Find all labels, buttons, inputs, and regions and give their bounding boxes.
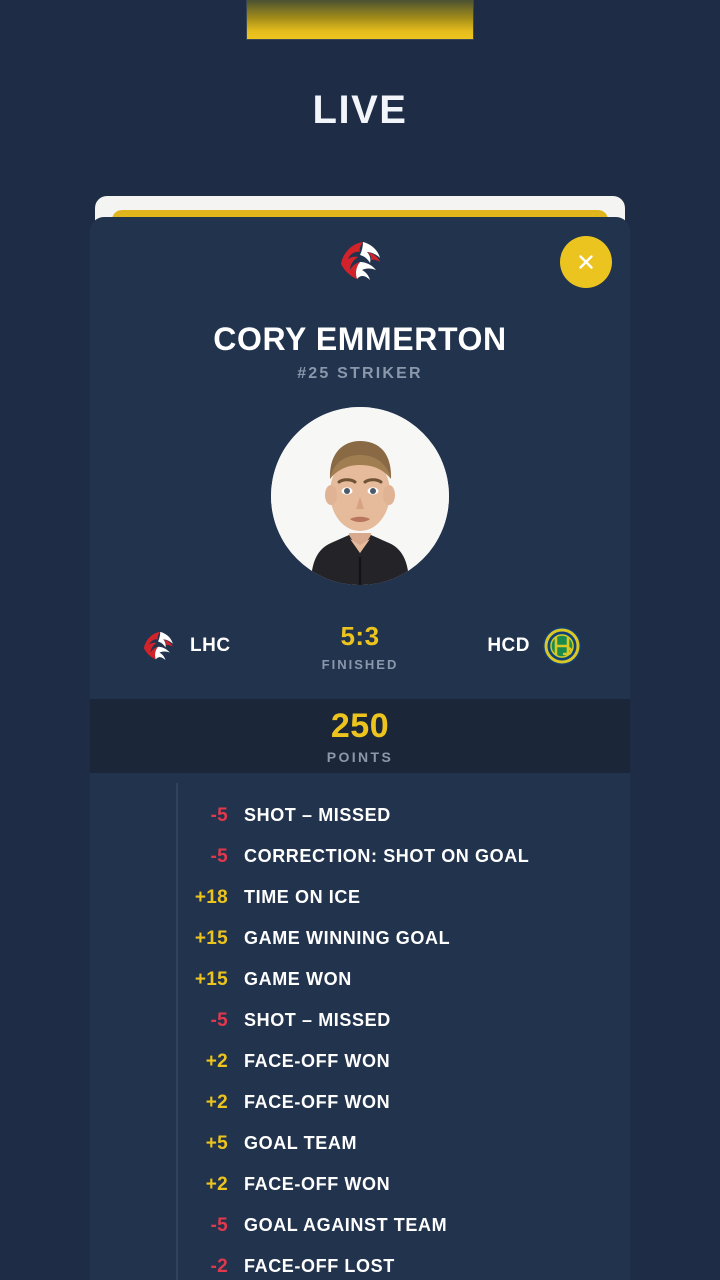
event-row: +2 FACE-OFF WON <box>90 1041 630 1082</box>
event-delta: -2 <box>210 1255 228 1277</box>
away-team: HCD <box>443 626 582 666</box>
match-score-row: LHC 5:3 FINISHED HCD <box>90 617 630 675</box>
event-label: TIME ON ICE <box>244 887 361 907</box>
event-row: +18 TIME ON ICE <box>90 877 630 918</box>
event-delta: +2 <box>205 1050 228 1072</box>
event-row: +5 GOAL TEAM <box>90 1123 630 1164</box>
player-name: CORY EMMERTON <box>213 321 507 357</box>
home-team: LHC <box>138 626 277 666</box>
event-row: +2 FACE-OFF WON <box>90 1082 630 1123</box>
gold-progress-bar <box>246 0 474 40</box>
event-delta: +18 <box>194 886 228 908</box>
event-delta: -5 <box>210 804 228 826</box>
event-label: FACE-OFF LOST <box>244 1256 395 1276</box>
event-row: +15 GAME WON <box>90 959 630 1000</box>
player-portrait <box>271 407 449 585</box>
event-label: FACE-OFF WON <box>244 1051 391 1071</box>
event-delta: +5 <box>205 1132 228 1154</box>
event-label: GOAL AGAINST TEAM <box>244 1215 448 1235</box>
lhc-lion-crest-icon <box>138 626 178 666</box>
event-delta: +15 <box>194 927 228 949</box>
event-label: FACE-OFF WON <box>244 1174 391 1194</box>
close-icon <box>575 251 597 273</box>
event-label: GAME WON <box>244 969 352 989</box>
event-label: CORRECTION: SHOT ON GOAL <box>244 846 530 866</box>
lhc-lion-crest-icon <box>333 234 387 288</box>
event-label: GOAL TEAM <box>244 1133 358 1153</box>
event-row: -5 CORRECTION: SHOT ON GOAL <box>90 836 630 877</box>
event-row: +2 FACE-OFF WON <box>90 1164 630 1205</box>
event-delta: +2 <box>205 1173 228 1195</box>
live-player-screen: LIVE CORY EMMERTON #25 STRIKER LHC 5:3 F… <box>0 0 720 1280</box>
player-detail-card: CORY EMMERTON #25 STRIKER LHC 5:3 FINISH… <box>90 217 630 1280</box>
score-value: 5:3 <box>340 620 380 651</box>
event-delta: -5 <box>210 1009 228 1031</box>
event-delta: +2 <box>205 1091 228 1113</box>
points-band: 250 POINTS <box>90 699 630 773</box>
player-number-position: #25 STRIKER <box>297 365 423 382</box>
event-timeline-list[interactable]: -5 SHOT – MISSED -5 CORRECTION: SHOT ON GOA… <box>90 773 630 1280</box>
card-header <box>90 217 630 297</box>
event-row: -5 SHOT – MISSED <box>90 795 630 836</box>
event-label: SHOT – MISSED <box>244 805 391 825</box>
event-label: GAME WINNING GOAL <box>244 928 451 948</box>
event-label: FACE-OFF WON <box>244 1092 391 1112</box>
event-delta: -5 <box>210 845 228 867</box>
event-row: -2 FACE-OFF LOST <box>90 1246 630 1280</box>
points-value: 250 <box>330 707 390 745</box>
event-label: SHOT – MISSED <box>244 1010 391 1030</box>
page-title: LIVE <box>312 88 408 132</box>
points-label: POINTS <box>326 749 394 765</box>
close-button[interactable] <box>560 236 612 288</box>
event-row: -5 SHOT – MISSED <box>90 1000 630 1041</box>
card-stack: CORY EMMERTON #25 STRIKER LHC 5:3 FINISH… <box>90 196 630 1280</box>
event-delta: +15 <box>194 968 228 990</box>
event-delta: -5 <box>210 1214 228 1236</box>
event-row: -5 GOAL AGAINST TEAM <box>90 1205 630 1246</box>
away-team-abbr: HCD <box>487 635 530 656</box>
event-row: +15 GAME WINNING GOAL <box>90 918 630 959</box>
score-block: 5:3 FINISHED <box>277 621 442 672</box>
home-team-abbr: LHC <box>190 635 231 656</box>
timeline-axis <box>176 783 178 1280</box>
match-status: FINISHED <box>321 656 399 672</box>
hcd-crest-icon <box>542 626 582 666</box>
